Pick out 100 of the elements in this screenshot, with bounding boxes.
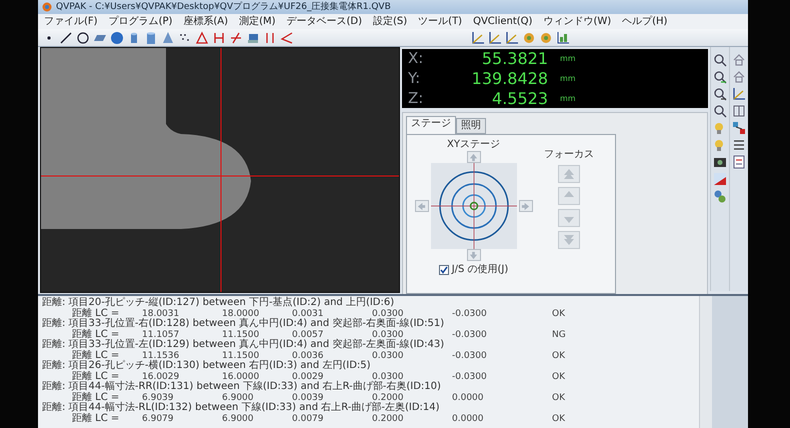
- arrow-icon: [521, 202, 530, 210]
- arrow-icon: [469, 250, 478, 260]
- zoom-in-icon[interactable]: [713, 70, 727, 84]
- report-line: 距離: 項目44-幅寸法-RL(ID:132) between 下線(ID:33) and 右上R-曲げ部-左奥(ID:14): [42, 403, 441, 413]
- report-value: 0.2000: [372, 414, 404, 424]
- app-icon: [42, 2, 52, 12]
- report-value: 18.0000: [222, 308, 260, 318]
- report-value: -0.0300: [452, 372, 488, 382]
- report-value: 0.0029: [292, 372, 324, 382]
- axis-value: 55.3821: [480, 49, 548, 68]
- sphere-icon[interactable]: [110, 30, 124, 44]
- tab[interactable]: 照明: [456, 118, 486, 134]
- menu-item[interactable]: 測定(M): [239, 14, 276, 28]
- report-value: 0.0000: [452, 414, 484, 424]
- report-label: 距離 LC =: [72, 414, 120, 424]
- axes-icon[interactable]: [732, 87, 746, 101]
- cylinder-icon[interactable]: [144, 30, 158, 44]
- double-triangle-icon: [563, 168, 575, 180]
- report-value: -0.0300: [452, 308, 488, 319]
- axis-label: Z:: [408, 89, 424, 108]
- report-line: 距離: 項目20-孔ピッチ-縦(ID:127) between 下円-基点(ID:2) and 上円(ID:6): [42, 298, 396, 308]
- unit-label: mm: [559, 93, 577, 105]
- report-value: 11.1057: [142, 330, 180, 340]
- report-label: 距離 LC =: [72, 392, 120, 402]
- list-icon[interactable]: [732, 138, 746, 152]
- report-value: 0.0057: [292, 330, 324, 340]
- menu-item[interactable]: ウィンドウ(W): [543, 14, 612, 28]
- report-line: 距離: 項目33-孔位置-左(ID:129) between 真ん中円(ID:4) and 突起部-左奥面-線(ID:43): [42, 340, 446, 350]
- distance-icon[interactable]: [212, 30, 226, 44]
- report-value: -0.0300: [452, 330, 488, 340]
- arrow-icon: [469, 152, 478, 162]
- result-value: OK: [552, 350, 566, 361]
- unit-label: mm: [559, 53, 577, 65]
- report-value: 0.0031: [292, 308, 324, 318]
- menu-item[interactable]: 設定(S): [373, 14, 408, 28]
- home-icon[interactable]: [732, 53, 746, 67]
- report-value: 6.9039: [142, 392, 174, 402]
- result-value: NG: [552, 330, 567, 340]
- report-value: 0.0079: [292, 414, 324, 424]
- zoom-icon[interactable]: [713, 104, 727, 118]
- double-triangle-icon: [563, 234, 575, 246]
- network-icon[interactable]: [732, 121, 746, 135]
- report-value: 0.0300: [372, 308, 404, 318]
- menu-item[interactable]: ヘルプ(H): [622, 14, 668, 28]
- line-icon[interactable]: [59, 30, 73, 44]
- report-line: 距離: 項目33-孔位置-右(ID:128) between 真ん中円(ID:4) and 突起部-右奥面-線(ID:51): [42, 319, 446, 329]
- axis-value: 4.5523: [491, 89, 548, 108]
- result-value: OK: [552, 308, 566, 319]
- report-value: 6.9000: [222, 392, 254, 402]
- camera-icon[interactable]: [713, 155, 727, 169]
- menu-item[interactable]: ファイル(F): [44, 14, 98, 28]
- menu-item[interactable]: 座標系(A): [183, 14, 228, 28]
- report-value: 11.1500: [222, 330, 260, 340]
- report-line: 距離: 項目44-幅寸法-RR(ID:131) between 下線(ID:33) and 右上R-曲げ部-右奥(ID:10): [42, 382, 442, 392]
- arrow-icon: [417, 202, 426, 210]
- menu-item[interactable]: プログラム(P): [108, 14, 172, 28]
- zoom-out-icon[interactable]: [713, 87, 727, 101]
- report-line: 距離: 項目26-孔ピッチ-横(ID:130) between 右円(ID:3) and 左円(ID:5): [42, 361, 372, 371]
- checkbox[interactable]: [438, 265, 449, 275]
- report-value: 0.0000: [452, 392, 484, 403]
- result-value: OK: [552, 392, 566, 403]
- result-value: OK: [552, 372, 566, 382]
- axis-label: Y:: [408, 69, 422, 88]
- report-value: 0.0300: [372, 330, 404, 340]
- check-icon: [440, 266, 448, 274]
- report-value: 18.0031: [142, 308, 180, 318]
- zoom-icon[interactable]: [713, 53, 727, 67]
- focus-label: フォーカス: [544, 149, 594, 161]
- axes-icon[interactable]: [505, 30, 519, 44]
- triangle-icon[interactable]: [195, 30, 209, 44]
- axes-icon[interactable]: [471, 30, 485, 44]
- axis-label: X:: [408, 49, 424, 68]
- report-value: 16.0029: [142, 372, 180, 382]
- menu-item[interactable]: QVClient(Q): [473, 14, 532, 28]
- angle-icon[interactable]: [280, 30, 294, 44]
- chart-icon[interactable]: [556, 30, 570, 44]
- window-title: QVPAK - C:¥Users¥QVPAK¥Desktop¥QVプログラム¥UF26_圧接集電体R1.QVB: [56, 0, 391, 14]
- report-label: 距離 LC =: [72, 308, 120, 318]
- checklist-icon[interactable]: [732, 155, 746, 169]
- report-value: 0.0300: [372, 372, 404, 382]
- report-value: 0.0039: [292, 392, 324, 402]
- report-value: 0.2000: [372, 392, 404, 402]
- report-value: 11.1536: [142, 350, 180, 360]
- report-value: 0.0300: [372, 350, 404, 361]
- grid-icon[interactable]: [732, 104, 746, 118]
- menu-item[interactable]: データベース(D): [286, 14, 362, 28]
- report-value: 6.9000: [222, 414, 254, 424]
- report-value: -0.0300: [452, 350, 488, 361]
- circle-icon[interactable]: [76, 30, 90, 44]
- image-icon[interactable]: [713, 172, 727, 186]
- tab[interactable]: ステージ: [406, 116, 456, 134]
- menu-item[interactable]: ツール(T): [418, 14, 462, 28]
- intersect-icon[interactable]: [229, 30, 243, 44]
- axis-value: 139.8428: [470, 69, 548, 88]
- unit-label: mm: [559, 73, 577, 85]
- report-label: 距離 LC =: [72, 350, 120, 360]
- report-value: 0.0036: [292, 350, 324, 360]
- axes-icon[interactable]: [488, 30, 502, 44]
- report-value: 11.1500: [222, 350, 260, 360]
- report-value: 6.9079: [142, 414, 174, 424]
